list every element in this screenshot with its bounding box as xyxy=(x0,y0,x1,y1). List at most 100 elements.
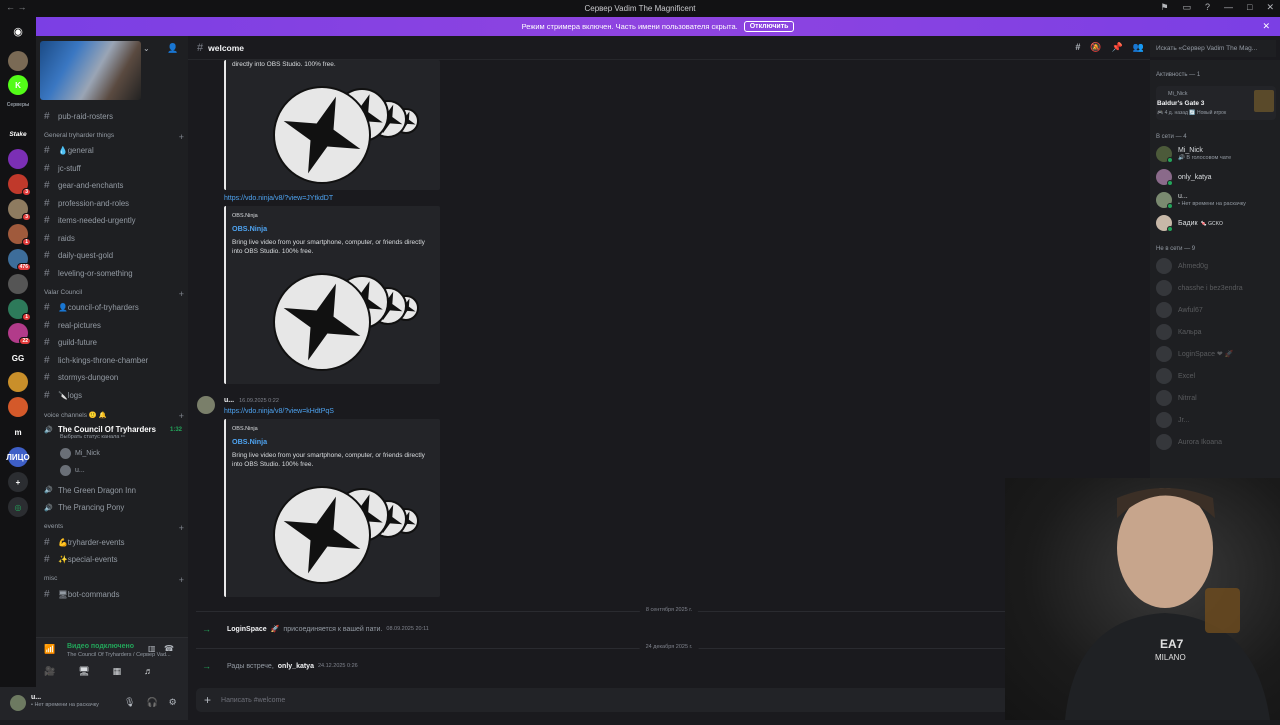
screen-share-icon[interactable]: 🖥 xyxy=(78,666,89,677)
channel-item[interactable]: # 🔪logs xyxy=(44,387,184,403)
gg-icon[interactable]: GG xyxy=(8,348,28,368)
add-channel-icon[interactable]: + xyxy=(179,575,184,585)
channel-item[interactable]: # pub-raid-rosters xyxy=(44,108,184,124)
message-author[interactable]: u... 16.09.2025 0:22 xyxy=(224,397,279,404)
server-avatar[interactable]: 3 xyxy=(8,199,31,221)
channel-item[interactable]: # gear-and-enchants xyxy=(44,178,184,194)
notifications-icon[interactable]: 🔕 xyxy=(1090,42,1101,53)
channel-category[interactable]: voice channels 🙂 🔔 + xyxy=(44,411,184,421)
message-composer[interactable]: + Написать #welcome xyxy=(196,688,1142,712)
soundboard-icon[interactable]: ♬ xyxy=(144,666,153,677)
m-icon[interactable]: m xyxy=(8,422,28,442)
channel-item[interactable]: # guild-future xyxy=(44,335,184,351)
search-input[interactable]: Искать «Сервер Vadim The Mag... xyxy=(1150,40,1276,57)
member-item[interactable]: Aurora Ikoana xyxy=(1156,434,1222,450)
member-item[interactable]: Excel xyxy=(1156,368,1195,384)
download-icon[interactable]: ▭ xyxy=(1182,2,1191,13)
headphones-icon[interactable]: 🎧 xyxy=(146,697,157,708)
banner-close-icon[interactable]: ✕ xyxy=(1262,21,1270,32)
member-item[interactable]: Кальра xyxy=(1156,324,1202,340)
member-item[interactable]: Бадик 🍬 GCKO xyxy=(1156,215,1223,232)
channel-item[interactable]: # 👤council-of-tryharders xyxy=(44,300,184,316)
camera-off-icon[interactable]: 🎥 xyxy=(44,666,55,677)
channel-item[interactable]: # real-pictures xyxy=(44,317,184,333)
channel-category[interactable]: General tryharder things + xyxy=(44,132,184,142)
channel-item[interactable]: # raids xyxy=(44,230,184,246)
server-avatar[interactable]: ЛИЦО xyxy=(6,447,30,467)
member-item[interactable]: Mi_Nick 🔊 В голосовом чате xyxy=(1156,146,1231,163)
channel-item[interactable]: # profession-and-roles xyxy=(44,195,184,211)
disable-streamer-button[interactable]: Отключить xyxy=(743,21,795,32)
server-avatar[interactable] xyxy=(8,149,28,169)
avatar[interactable] xyxy=(10,695,26,711)
join-user-name[interactable]: LoginSpace xyxy=(227,626,267,633)
member-item[interactable]: chasshe i bez3endra xyxy=(1156,280,1243,296)
channel-item[interactable]: # ✨special-events xyxy=(44,552,184,568)
member-item[interactable]: Jr... xyxy=(1156,412,1189,428)
channel-item[interactable]: # 💪tryharder-events xyxy=(44,534,184,550)
close-icon[interactable]: ✕ xyxy=(1266,2,1274,13)
server-avatar[interactable] xyxy=(8,51,28,71)
channel-category[interactable]: events + xyxy=(44,523,184,533)
member-item[interactable]: u... • Нет времени на раскачку xyxy=(1156,192,1246,209)
add-channel-icon[interactable]: + xyxy=(179,132,184,142)
maximize-icon[interactable]: □ xyxy=(1247,2,1252,13)
channel-item[interactable]: # 🖥bot-commands xyxy=(44,586,184,602)
channel-item[interactable]: # jc-stuff xyxy=(44,160,184,176)
threads-icon[interactable]: # xyxy=(1075,42,1080,53)
channel-item[interactable]: # 💧general xyxy=(44,143,184,159)
voice-user[interactable]: u... xyxy=(60,465,85,476)
embed-title[interactable]: OBS.Ninja xyxy=(226,432,440,446)
member-item[interactable]: only_katya xyxy=(1156,169,1211,186)
invite-icon[interactable]: 👤 xyxy=(167,43,178,54)
channel-item[interactable]: # daily-quest-gold xyxy=(44,248,184,264)
attach-plus-icon[interactable]: + xyxy=(204,693,211,707)
add-channel-icon[interactable]: + xyxy=(179,289,184,299)
channel-item[interactable]: # stormys-dungeon xyxy=(44,370,184,386)
message-link[interactable]: https://vdo.ninja/v8/?view=JYtkdDT xyxy=(224,195,333,202)
server-avatar[interactable] xyxy=(8,397,28,417)
microphone-icon[interactable]: 🎙 xyxy=(124,697,135,708)
message-link[interactable]: https://vdo.ninja/v8/?view=kHdtPqS xyxy=(224,408,334,415)
server-avatar[interactable]: 1 xyxy=(8,224,31,246)
channel-item[interactable]: # leveling-or-something xyxy=(44,265,184,281)
member-item[interactable]: Awful67 xyxy=(1156,302,1203,318)
activity-card[interactable]: Mi_Nick Baldur's Gate 3 🎮 4 д. назад 🔄 Н… xyxy=(1156,86,1276,120)
stake-icon[interactable]: Stake xyxy=(8,124,28,144)
member-item[interactable]: Nitrral xyxy=(1156,390,1197,406)
discover-icon[interactable]: ◎ xyxy=(8,497,28,517)
stream-preview[interactable] xyxy=(40,41,141,100)
back-icon[interactable]: ← → xyxy=(6,2,27,12)
pin-icon[interactable]: 📌 xyxy=(1112,42,1123,53)
help-icon[interactable]: ? xyxy=(1205,2,1210,13)
server-avatar[interactable]: 3 xyxy=(8,174,31,196)
server-avatar[interactable] xyxy=(8,372,28,392)
voice-user[interactable]: Mi_Nick xyxy=(60,448,100,459)
add-channel-icon[interactable]: + xyxy=(179,411,184,421)
noise-icon[interactable]: ▥ xyxy=(148,644,156,653)
member-item[interactable]: Ahmed0g xyxy=(1156,258,1208,274)
server-label[interactable]: Серверы xyxy=(7,100,30,110)
chevron-down-icon[interactable]: ⌄ xyxy=(143,44,150,53)
server-avatar[interactable]: 1 xyxy=(8,299,31,321)
member-list-icon[interactable]: 👥 xyxy=(1133,42,1144,53)
channel-item[interactable]: # items-needed-urgently xyxy=(44,213,184,229)
server-avatar[interactable]: 476 xyxy=(8,249,31,271)
member-item[interactable]: LoginSpace ❤ 🚀 xyxy=(1156,346,1233,362)
channel-category[interactable]: misc + xyxy=(44,575,184,585)
channel-item[interactable]: # lich-kings-throne-chamber xyxy=(44,352,184,368)
disconnect-icon[interactable]: ☎ xyxy=(164,644,174,653)
minimize-icon[interactable]: — xyxy=(1224,2,1233,13)
server-avatar[interactable] xyxy=(8,274,28,294)
channel-item[interactable]: 🔊 The Prancing Pony xyxy=(44,500,184,516)
activities-icon[interactable]: ▦ xyxy=(113,666,122,677)
channel-item[interactable]: 🔊 The Green Dragon Inn xyxy=(44,482,184,498)
channel-category[interactable]: Valar Council + xyxy=(44,289,184,299)
voice-channel-status[interactable]: Выбрать статус канала ✏ xyxy=(60,434,125,440)
settings-gear-icon[interactable]: ⚙ xyxy=(169,697,177,708)
discord-icon[interactable]: ◉ xyxy=(8,21,28,41)
server-avatar[interactable]: 22 xyxy=(8,323,31,345)
kick-icon[interactable]: K xyxy=(8,75,28,95)
embed-title[interactable]: OBS.Ninja xyxy=(226,219,440,233)
avatar[interactable] xyxy=(197,396,215,414)
